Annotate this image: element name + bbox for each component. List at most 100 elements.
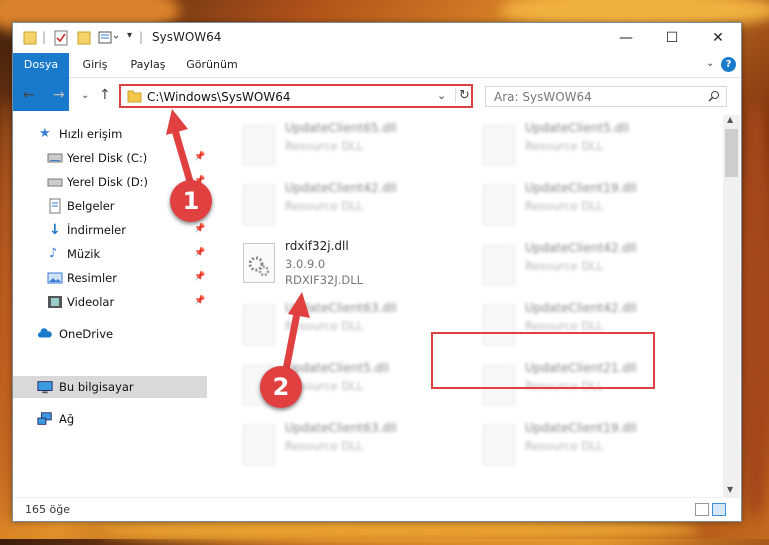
sidebar-item-videos[interactable]: Videolar 📌: [13, 291, 207, 313]
sidebar-item-pictures[interactable]: Resimler 📌: [13, 267, 207, 289]
list-item[interactable]: UpdateClient42.dll Resource DLL: [233, 179, 459, 237]
help-icon[interactable]: ?: [721, 57, 736, 72]
file-name: UpdateClient42.dll: [525, 301, 637, 315]
dll-file-icon: [483, 425, 515, 465]
sidebar-item-label: Müzik: [67, 247, 101, 261]
customize-icon[interactable]: [98, 30, 120, 46]
sidebar-item-label: Yerel Disk (D:): [67, 175, 149, 189]
pin-icon: 📌: [194, 296, 206, 306]
folder-icon: [127, 90, 142, 103]
file-description: RDXIF32J.DLL: [285, 273, 364, 287]
dll-file-icon: [483, 245, 515, 285]
minimize-button[interactable]: —: [603, 23, 649, 53]
window-title: SysWOW64: [152, 30, 222, 44]
file-description: Resource DLL: [525, 259, 604, 273]
list-item[interactable]: UpdateClient5.dll Resource DLL: [473, 119, 699, 177]
documents-icon: [49, 198, 61, 214]
sidebar-item-label: Resimler: [67, 271, 117, 285]
sidebar-item-label: Belgeler: [67, 199, 115, 213]
sidebar-item-this-pc[interactable]: Bu bilgisayar: [13, 376, 207, 398]
back-arrow-icon[interactable]: ←: [23, 87, 35, 103]
file-name: UpdateClient42.dll: [525, 241, 637, 255]
file-name: UpdateClient19.dll: [525, 421, 637, 435]
item-count: 165 öğe: [25, 503, 70, 516]
dll-file-icon: [483, 185, 515, 225]
network-icon: [37, 412, 52, 425]
file-name: UpdateClient42.dll: [285, 181, 397, 195]
drive-icon: [47, 178, 63, 187]
file-name: UpdateClient19.dll: [525, 181, 637, 195]
file-name: UpdateClient63.dll: [285, 421, 397, 435]
expand-ribbon-icon[interactable]: ⌄: [706, 58, 714, 69]
search-placeholder: Ara: SysWOW64: [494, 90, 592, 104]
sidebar-item-label: OneDrive: [59, 327, 114, 341]
tab-share[interactable]: Paylaş: [123, 53, 173, 77]
file-name: rdxif32j.dll: [285, 239, 349, 253]
dll-file-icon: [243, 185, 275, 225]
close-button[interactable]: ✕: [695, 23, 741, 53]
download-icon: ↓: [49, 222, 61, 238]
sidebar-item-music[interactable]: ♪ Müzik 📌: [13, 243, 207, 265]
separator-icon: |: [139, 30, 144, 44]
dll-file-icon: [243, 243, 275, 283]
pin-icon: 📌: [194, 224, 206, 234]
title-bar[interactable]: | ▾ | SysWOW64 — ☐ ✕: [13, 23, 741, 53]
scroll-up-icon[interactable]: ▲: [727, 115, 733, 124]
scroll-down-icon[interactable]: ▼: [727, 485, 733, 494]
sidebar-item-network[interactable]: Ağ: [13, 408, 207, 430]
list-item[interactable]: UpdateClient19.dll Resource DLL: [473, 419, 699, 477]
maximize-button[interactable]: ☐: [649, 23, 695, 53]
details-view-icon[interactable]: [695, 503, 709, 516]
ribbon-tabs: Dosya Giriş Paylaş Görünüm ⌄ ?: [13, 53, 741, 111]
file-description: Resource DLL: [525, 439, 604, 453]
vertical-scrollbar[interactable]: ▲ ▼: [723, 115, 740, 497]
forward-arrow-icon[interactable]: →: [53, 87, 65, 103]
file-description: Resource DLL: [525, 199, 604, 213]
separator-icon: |: [42, 30, 47, 44]
sidebar-item-label: Ağ: [59, 412, 75, 426]
address-dropdown-icon[interactable]: ⌄: [437, 89, 446, 102]
properties-icon[interactable]: [53, 30, 69, 46]
refresh-icon[interactable]: ↻: [455, 88, 470, 103]
status-bar: 165 öğe: [13, 497, 741, 521]
folder-icon: [23, 31, 37, 45]
gear-icon: [248, 256, 270, 277]
search-input[interactable]: Ara: SysWOW64: [485, 86, 727, 107]
scrollbar-thumb[interactable]: [725, 129, 738, 177]
sidebar-item-downloads[interactable]: ↓ İndirmeler 📌: [13, 219, 207, 241]
new-folder-icon[interactable]: [77, 30, 91, 46]
star-icon: ★: [39, 126, 51, 141]
navigation-bar: ← → ⌄ ↑ C:\Windows\SysWOW64 ⌄ ↻ Ara: Sys…: [13, 77, 741, 115]
videos-icon: [48, 296, 62, 308]
dll-file-icon: [243, 125, 275, 165]
quick-access-dropdown-icon[interactable]: ▾: [127, 30, 132, 46]
step-badge-1: 1: [170, 180, 212, 222]
target-file-item[interactable]: rdxif32j.dll 3.0.9.0 RDXIF32J.DLL: [233, 237, 459, 295]
target-highlight-box: [431, 332, 655, 389]
tab-home[interactable]: Giriş: [73, 53, 117, 77]
tab-view[interactable]: Görünüm: [181, 53, 243, 77]
search-icon[interactable]: [708, 90, 720, 102]
pictures-icon: [47, 272, 63, 284]
dll-file-icon: [243, 425, 275, 465]
pin-icon: 📌: [194, 248, 206, 258]
file-name: UpdateClient65.dll: [285, 121, 397, 135]
sidebar-item-label: Bu bilgisayar: [59, 380, 134, 394]
sidebar-item-label: Hızlı erişim: [59, 127, 123, 141]
list-item[interactable]: UpdateClient63.dll Resource DLL: [233, 299, 459, 357]
up-arrow-icon[interactable]: ↑: [99, 87, 111, 103]
sidebar-item-onedrive[interactable]: OneDrive: [13, 323, 207, 345]
step-badge-2: 2: [260, 366, 302, 408]
list-item[interactable]: UpdateClient63.dll Resource DLL: [233, 419, 459, 477]
file-description: Resource DLL: [525, 319, 604, 333]
computer-icon: [37, 381, 53, 394]
file-version: 3.0.9.0: [285, 257, 326, 271]
tiles-view-icon[interactable]: [712, 503, 726, 516]
file-description: Resource DLL: [285, 439, 364, 453]
list-item[interactable]: UpdateClient42.dll Resource DLL: [473, 239, 699, 297]
list-item[interactable]: UpdateClient19.dll Resource DLL: [473, 179, 699, 237]
file-name: UpdateClient5.dll: [525, 121, 629, 135]
recent-locations-icon[interactable]: ⌄: [81, 90, 89, 101]
list-item[interactable]: UpdateClient65.dll Resource DLL: [233, 119, 459, 177]
music-icon: ♪: [49, 246, 58, 261]
